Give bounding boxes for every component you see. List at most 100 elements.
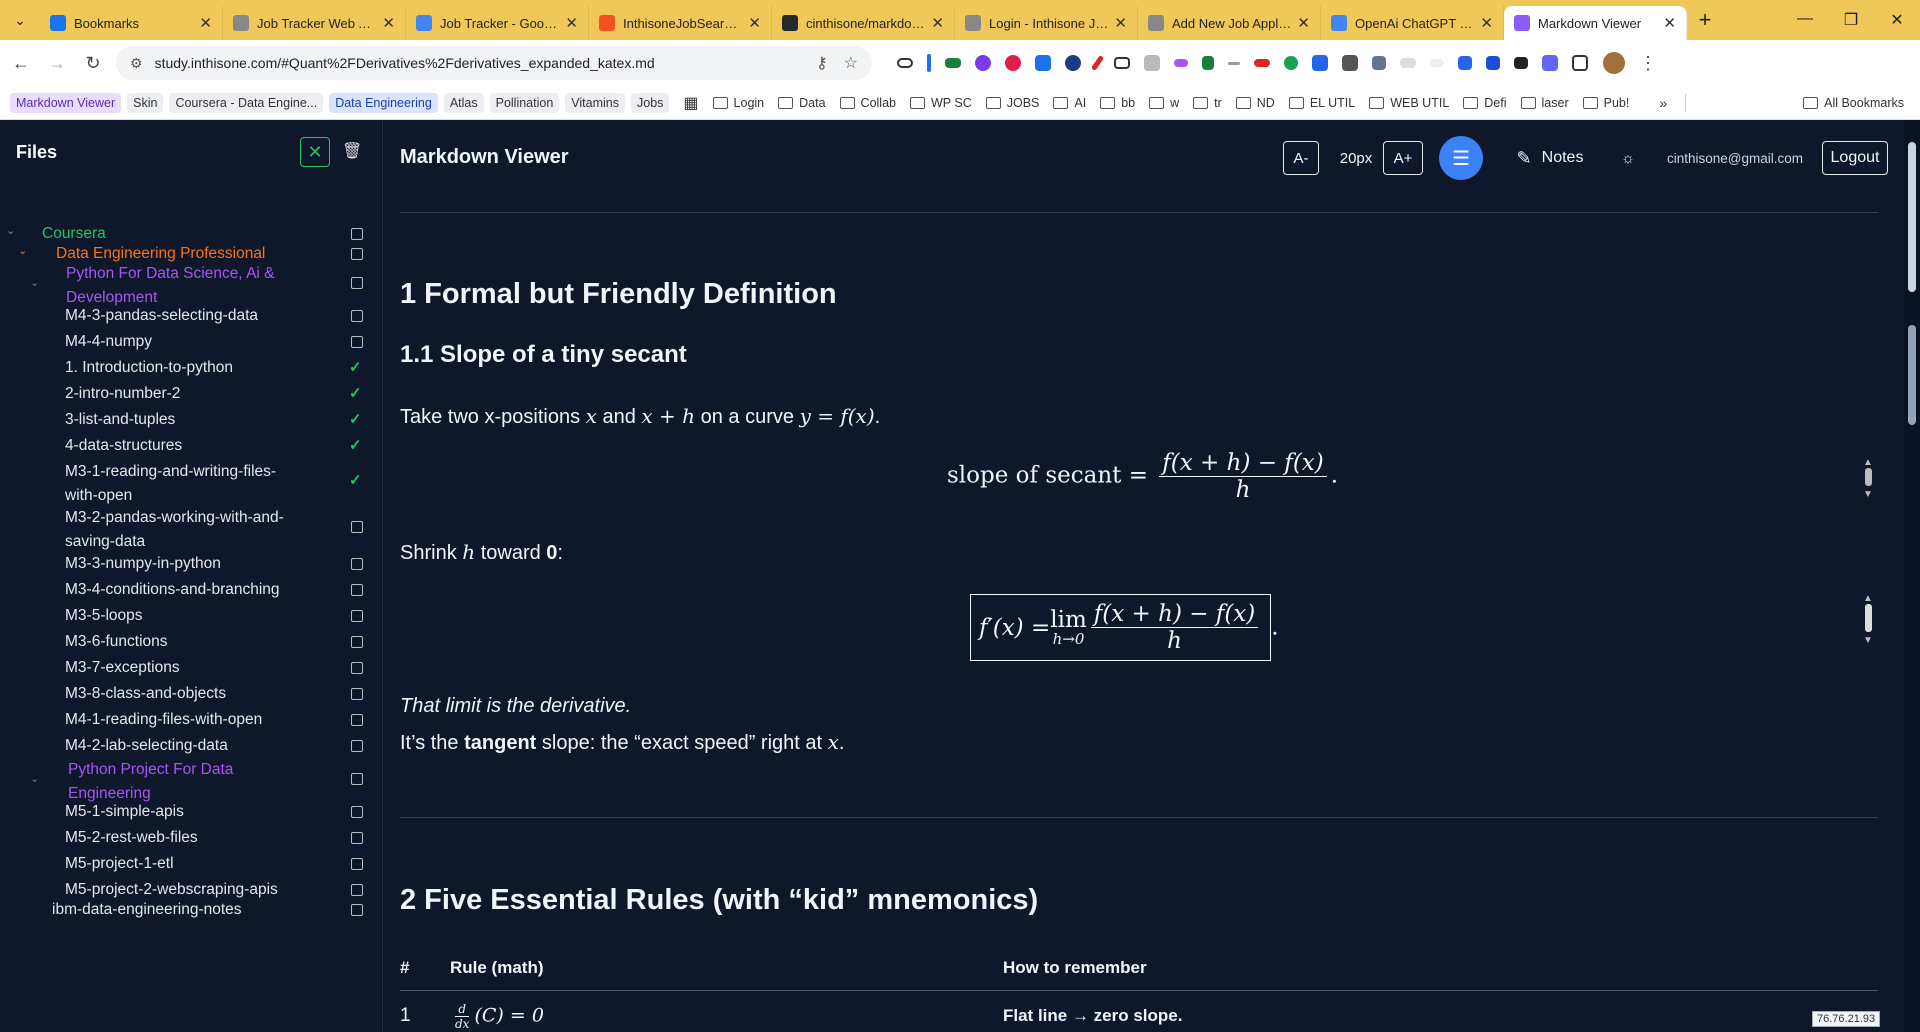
file-tree-item[interactable]: 1. Introduction-to-python — [65, 356, 233, 380]
chevron-down-icon[interactable]: ⌄ — [30, 276, 39, 289]
apps-grid-icon[interactable]: ▦ — [683, 93, 698, 113]
complete-checkbox[interactable] — [351, 884, 363, 896]
file-tree-item[interactable]: M3-7-exceptions — [65, 656, 180, 680]
bookmark-folder-14[interactable]: Pub! — [1583, 96, 1630, 110]
completed-check-icon[interactable]: ✓ — [349, 436, 362, 454]
decrease-font-button[interactable]: A- — [1283, 141, 1319, 175]
trash-icon[interactable]: 🗑 — [342, 141, 362, 161]
tab-8[interactable]: Markdown Viewer ✕ — [1504, 6, 1687, 40]
arrow-ext-icon[interactable] — [1202, 56, 1214, 70]
file-tree-item[interactable]: M5-1-simple-apis — [65, 800, 184, 824]
complete-checkbox[interactable] — [351, 740, 363, 752]
all-bookmarks-folder[interactable]: All Bookmarks — [1803, 96, 1904, 110]
extensions-puzzle-icon[interactable] — [1572, 55, 1588, 71]
complete-checkbox[interactable] — [351, 688, 363, 700]
complete-checkbox[interactable] — [351, 636, 363, 648]
completed-check-icon[interactable]: ✓ — [349, 471, 362, 489]
ds-ext-icon[interactable] — [1430, 59, 1444, 67]
minimize-icon[interactable]: — — [1782, 10, 1828, 30]
formula-scroll[interactable]: ▲ ▼ — [1861, 457, 1875, 500]
tab-6[interactable]: Add New Job Applica ✕ — [1138, 6, 1321, 40]
tab-5[interactable]: Login - Inthisone Job ✕ — [955, 6, 1138, 40]
radio-ext-icon[interactable] — [1174, 59, 1188, 67]
tab-close-icon[interactable]: ✕ — [748, 14, 761, 32]
md-ext-icon[interactable] — [1400, 58, 1416, 68]
restore-icon[interactable]: ❐ — [1828, 10, 1874, 30]
file-tree-item[interactable]: M3-6-functions — [65, 630, 168, 654]
toc-list-button[interactable]: ☰ — [1439, 136, 1483, 180]
tab-close-icon[interactable]: ✕ — [1114, 14, 1127, 32]
file-tree-item[interactable]: M3-2-pandas-working-with-and-saving-data — [65, 506, 284, 554]
bookmark-chip-1[interactable]: Skin — [127, 92, 164, 113]
file-tree-item[interactable]: M3-8-class-and-objects — [65, 682, 226, 706]
complete-checkbox[interactable] — [351, 336, 363, 348]
complete-checkbox[interactable] — [351, 714, 363, 726]
chevron-down-icon[interactable]: ⌄ — [18, 244, 27, 257]
download-ext-icon[interactable] — [1035, 55, 1051, 71]
opera-ext-icon[interactable] — [1005, 55, 1021, 71]
bw-ext-icon[interactable] — [945, 58, 961, 68]
chrome-ext-icon[interactable] — [1284, 56, 1298, 70]
site-info-icon[interactable]: ⚙ — [130, 55, 143, 72]
tab-7[interactable]: OpenAi ChatGPT - Go ✕ — [1321, 6, 1504, 40]
tab-3[interactable]: InthisoneJobSearch - ✕ — [589, 6, 772, 40]
tab-4[interactable]: cinthisone/markdown ✕ — [772, 6, 955, 40]
bookmark-star-icon[interactable]: ☆ — [844, 53, 858, 73]
bookmark-folder-9[interactable]: ND — [1236, 96, 1275, 110]
complete-checkbox[interactable] — [351, 806, 363, 818]
screen-ext-icon[interactable] — [1114, 57, 1130, 69]
ut-ext-icon[interactable] — [1254, 59, 1270, 67]
p-ext-icon[interactable] — [1065, 55, 1081, 71]
url-text[interactable]: study.inthisone.com/#Quant%2FDerivatives… — [155, 55, 800, 71]
logout-button[interactable]: Logout — [1822, 141, 1888, 175]
complete-checkbox[interactable] — [351, 521, 363, 533]
gear-ext-icon[interactable] — [975, 55, 991, 71]
complete-checkbox[interactable] — [351, 248, 363, 260]
m-ext-icon[interactable] — [1514, 57, 1528, 69]
bookmark-folder-12[interactable]: Defi — [1463, 96, 1506, 110]
scrollbar-thumb[interactable] — [1908, 142, 1916, 292]
chevron-down-icon[interactable]: ⌄ — [6, 224, 15, 237]
tab-2[interactable]: Job Tracker - Google ✕ — [406, 6, 589, 40]
more-bookmarks-button[interactable]: » — [1659, 95, 1667, 111]
forward-icon[interactable]: → — [42, 53, 72, 74]
bookmark-folder-6[interactable]: bb — [1100, 96, 1135, 110]
file-tree-item[interactable]: M4-2-lab-selecting-data — [65, 734, 228, 758]
complete-checkbox[interactable] — [351, 277, 363, 289]
bookmark-folder-8[interactable]: tr — [1193, 96, 1222, 110]
chevron-down-icon[interactable]: ⌄ — [30, 772, 39, 785]
bookmark-folder-4[interactable]: JOBS — [986, 96, 1040, 110]
bookmark-folder-7[interactable]: w — [1149, 96, 1179, 110]
complete-checkbox[interactable] — [351, 662, 363, 674]
complete-checkbox[interactable] — [351, 584, 363, 596]
w-ext-icon[interactable] — [1342, 55, 1358, 71]
file-tree-item[interactable]: Python Project For Data Engineering — [68, 758, 233, 806]
bookmark-folder-2[interactable]: Collab — [840, 96, 896, 110]
complete-checkbox[interactable] — [351, 858, 363, 870]
tab-search-button[interactable]: ⌄ — [0, 12, 40, 29]
back-icon[interactable]: ← — [6, 53, 36, 74]
ai-ext-icon[interactable] — [1144, 55, 1160, 71]
profile-avatar[interactable] — [1603, 52, 1625, 74]
bookmark-chip-2[interactable]: Coursera - Data Engine... — [169, 92, 324, 113]
puzzle-blue-ext-icon[interactable] — [1458, 56, 1472, 70]
theme-toggle-icon[interactable]: ☼ — [1613, 141, 1643, 175]
complete-checkbox[interactable] — [351, 773, 363, 785]
file-tree-item[interactable]: Python For Data Science, Ai & Development — [66, 262, 275, 310]
tab-close-icon[interactable]: ✕ — [931, 14, 944, 32]
bookmark-chip-6[interactable]: Vitamins — [565, 92, 626, 113]
file-tree-item[interactable]: M4-4-numpy — [65, 330, 152, 354]
file-tree-item[interactable]: M3-5-loops — [65, 604, 143, 628]
file-tree-item[interactable]: M5-2-rest-web-files — [65, 826, 198, 850]
file-tree-item[interactable]: M5-project-1-etl — [65, 852, 174, 876]
close-sidebar-button[interactable]: ✕ — [300, 137, 330, 167]
browser-menu-icon[interactable]: ⋮ — [1639, 53, 1657, 74]
chatgpt-ext-icon[interactable] — [1542, 55, 1558, 71]
bookmark-chip-3[interactable]: Data Engineering — [329, 92, 438, 113]
tab-0[interactable]: Bookmarks ✕ — [40, 6, 223, 40]
complete-checkbox[interactable] — [351, 610, 363, 622]
file-tree-item[interactable]: 3-list-and-tuples — [65, 408, 175, 432]
dash-ext-icon[interactable] — [1228, 61, 1240, 65]
file-tree-item[interactable]: M3-3-numpy-in-python — [65, 552, 221, 576]
tab-close-icon[interactable]: ✕ — [382, 14, 395, 32]
